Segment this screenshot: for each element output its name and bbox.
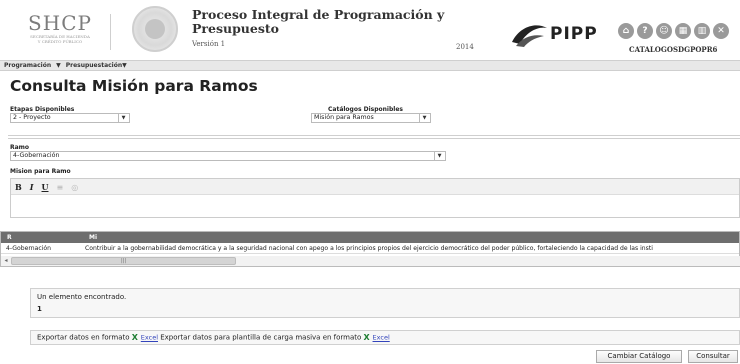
chevron-down-icon: ▼ bbox=[419, 114, 429, 122]
underline-button[interactable]: U bbox=[42, 182, 49, 192]
consult-button[interactable]: Consultar bbox=[688, 350, 738, 363]
help-icon[interactable]: ? bbox=[637, 23, 653, 39]
system-title: Proceso Integral de Programación y Presu… bbox=[192, 7, 445, 36]
grid-header: R Mi bbox=[1, 232, 739, 243]
year-label: 2014 bbox=[456, 43, 474, 51]
export-excel-link[interactable]: Excel bbox=[141, 334, 158, 342]
export-text-1: Exportar datos en formato bbox=[37, 333, 130, 342]
chevron-down-icon: ▼ bbox=[434, 152, 444, 160]
close-icon[interactable]: ✕ bbox=[713, 23, 729, 39]
results-grid: R Mi 4-Gobernación Contribuir a la gober… bbox=[0, 231, 740, 267]
scrollbar-thumb[interactable]: ||| bbox=[11, 257, 236, 265]
header-divider bbox=[110, 14, 111, 50]
app-header: SHCP SECRETARÍA DE HACIENDA Y CRÉDITO PÚ… bbox=[0, 0, 740, 58]
etapas-select[interactable]: 2 - Proyecto ▼ bbox=[10, 113, 130, 123]
users-icon[interactable]: ☺ bbox=[656, 23, 672, 39]
section-divider bbox=[8, 135, 740, 139]
shcp-logo-subtitle-2: Y CRÉDITO PÚBLICO bbox=[37, 39, 83, 44]
home-icon[interactable]: ⌂ bbox=[618, 23, 634, 39]
main-menu-bar: Programación ▼ Presupuestación▼ bbox=[0, 60, 740, 71]
excel-icon: X bbox=[131, 333, 138, 342]
editor-text-area[interactable] bbox=[11, 195, 739, 217]
ramo-select-value: 4-Gobernación bbox=[13, 152, 60, 159]
column-header-mision[interactable]: Mi bbox=[83, 234, 97, 241]
export-text-2: Exportar datos para plantilla de carga m… bbox=[160, 333, 362, 342]
menu-presupuestacion[interactable]: Presupuestación▼ bbox=[62, 62, 131, 69]
etapas-select-value: 2 - Proyecto bbox=[13, 114, 51, 121]
mision-editor: B I U ≡ ◎ bbox=[10, 178, 740, 218]
calendar-icon[interactable]: ▦ bbox=[675, 23, 691, 39]
etapas-label: Etapas Disponibles bbox=[10, 106, 75, 113]
header-icon-bar: ⌂ ? ☺ ▦ ▥ ✕ bbox=[618, 23, 729, 39]
editor-toolbar: B I U ≡ ◎ bbox=[11, 179, 739, 195]
grid-horizontal-scrollbar[interactable]: ◂ ||| bbox=[1, 256, 740, 266]
ramo-select[interactable]: 4-Gobernación ▼ bbox=[10, 151, 446, 161]
shcp-logo-text: SHCP bbox=[28, 11, 92, 35]
mision-label: Mision para Ramo bbox=[10, 168, 71, 175]
catalogos-select[interactable]: Misión para Ramos ▼ bbox=[311, 113, 431, 123]
export-template-excel-link[interactable]: Excel bbox=[373, 334, 390, 342]
result-count: 1 bbox=[37, 305, 42, 313]
result-message: Un elemento encontrado. bbox=[37, 293, 127, 301]
cell-ramo: 4-Gobernación bbox=[6, 244, 51, 252]
menu-programacion[interactable]: Programación bbox=[0, 62, 55, 69]
catalogos-label: Catálogos Disponibles bbox=[328, 106, 403, 113]
column-header-ramo[interactable]: R bbox=[1, 234, 83, 241]
page-title: Consulta Misión para Ramos bbox=[10, 77, 258, 95]
excel-icon: X bbox=[363, 333, 370, 342]
pipp-swoosh-icon bbox=[512, 25, 547, 47]
change-catalog-button[interactable]: Cambiar Catálogo bbox=[596, 350, 682, 363]
chevron-down-icon: ▼ bbox=[118, 114, 128, 122]
catalogos-select-value: Misión para Ramos bbox=[314, 114, 374, 121]
user-name: CATALOGOSDGPOPR6 bbox=[629, 45, 718, 54]
bold-button[interactable]: B bbox=[15, 182, 22, 192]
ramo-label: Ramo bbox=[10, 144, 30, 151]
cell-mision: Contribuir a la gobernabilidad democráti… bbox=[85, 244, 653, 252]
menu-programacion-dropdown[interactable]: ▼ bbox=[55, 62, 62, 69]
book-icon[interactable]: ▥ bbox=[694, 23, 710, 39]
scroll-left-icon[interactable]: ◂ bbox=[2, 257, 10, 265]
list-icon[interactable]: ≡ bbox=[57, 182, 64, 192]
version-label: Versión 1 bbox=[192, 40, 226, 48]
special-char-icon[interactable]: ◎ bbox=[71, 182, 78, 192]
table-row[interactable]: 4-Gobernación Contribuir a la gobernabil… bbox=[1, 243, 739, 254]
pipp-logo-text: PIPP bbox=[550, 24, 598, 44]
national-seal-icon bbox=[132, 6, 178, 52]
result-panel: Un elemento encontrado. 1 bbox=[30, 288, 740, 318]
shcp-logo: SHCP SECRETARÍA DE HACIENDA Y CRÉDITO PÚ… bbox=[20, 12, 100, 52]
pipp-logo: PIPP bbox=[510, 22, 610, 48]
export-panel: Exportar datos en formato X Excel Exporta… bbox=[30, 330, 740, 345]
italic-button[interactable]: I bbox=[30, 182, 34, 192]
